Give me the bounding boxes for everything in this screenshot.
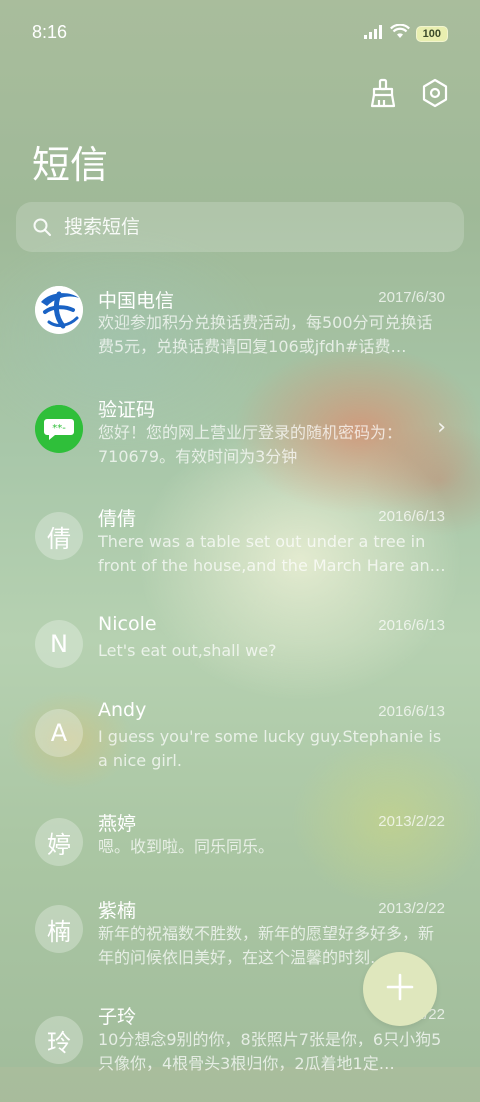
conversation-date: 2013/2/22 — [378, 813, 445, 830]
svg-text:**-: **- — [52, 423, 66, 434]
conversation-date: 2017/6/30 — [378, 289, 445, 306]
conversation-name: 中国电信 — [98, 290, 175, 312]
avatar: 楠 — [35, 905, 83, 953]
conversation-item[interactable]: 倩 倩倩 2016/6/13 There was a table set out… — [0, 502, 480, 612]
clean-brush-button[interactable] — [366, 78, 400, 112]
conversation-preview: 欢迎参加积分兑换话费活动，每500分可兑换话费5元，兑换话费请回复106或jfd… — [98, 313, 433, 356]
conversation-preview: 嗯。收到啦。同乐同乐。 — [98, 837, 275, 856]
status-time: 8:16 — [32, 22, 68, 42]
avatar: A — [35, 709, 83, 757]
conversation-name: Nicole — [98, 613, 157, 635]
message-bubble-icon: **- — [35, 405, 83, 453]
avatar — [35, 286, 83, 334]
conversation-preview: 10分想念9别的你，8张照片7张是你，6只小狗5只像你，4根骨头3根归你，2瓜着… — [98, 1030, 442, 1073]
avatar: 婷 — [35, 818, 83, 866]
signal-icon — [363, 24, 384, 43]
hexagon-gear-icon — [421, 78, 449, 112]
conversation-name: 倩倩 — [98, 508, 137, 530]
conversation-name: 子玲 — [98, 1006, 137, 1028]
conversation-date: 2016/6/13 — [378, 617, 445, 634]
conversation-date: 2016/6/13 — [378, 508, 445, 525]
conversation-item[interactable]: N Nicole 2016/6/13 Let's eat out,shall w… — [0, 612, 480, 698]
conversation-preview: Let's eat out,shall we? — [98, 641, 277, 660]
conversation-preview: There was a table set out under a tree i… — [98, 532, 446, 575]
conversation-name: Andy — [98, 699, 147, 721]
conversation-item[interactable]: **- 验证码 您好！您的网上营业厅登录的随机密码为：710679。有效时间为3… — [0, 392, 480, 502]
search-input[interactable] — [62, 215, 426, 239]
avatar: N — [35, 620, 83, 668]
conversation-preview: I guess you're some lucky guy.Stephanie … — [98, 727, 442, 770]
avatar: 玲 — [35, 1016, 83, 1064]
conversation-item[interactable]: A Andy 2016/6/13 I guess you're some luc… — [0, 698, 480, 808]
top-actions — [366, 78, 452, 112]
conversation-item[interactable]: 婷 燕婷 2013/2/22 嗯。收到啦。同乐同乐。 — [0, 808, 480, 896]
battery-indicator: 100 — [415, 25, 448, 42]
search-bar[interactable] — [16, 202, 464, 252]
conversation-name: 验证码 — [98, 399, 156, 421]
conversation-preview: 您好！您的网上营业厅登录的随机密码为：710679。有效时间为3分钟 — [98, 423, 403, 466]
plus-icon — [385, 972, 415, 1006]
chevron-right-icon[interactable]: › — [437, 415, 446, 440]
search-icon — [32, 217, 52, 237]
status-bar: 8:16 100 — [0, 0, 480, 66]
conversation-name: 紫楠 — [98, 900, 137, 922]
china-telecom-logo-icon — [35, 286, 83, 334]
wifi-icon — [389, 23, 410, 43]
conversation-date: 2013/2/22 — [378, 900, 445, 917]
settings-button[interactable] — [418, 78, 452, 112]
conversation-item[interactable]: 中国电信 2017/6/30 欢迎参加积分兑换话费活动，每500分可兑换话费5元… — [0, 282, 480, 392]
avatar: 倩 — [35, 512, 83, 560]
page-title: 短信 — [32, 143, 109, 187]
brush-icon — [369, 78, 397, 112]
avatar: **- — [35, 405, 83, 453]
conversation-date: 2016/6/13 — [378, 703, 445, 720]
new-message-button[interactable] — [363, 952, 437, 1026]
conversation-name: 燕婷 — [98, 813, 137, 835]
status-icons: 100 — [363, 23, 448, 43]
